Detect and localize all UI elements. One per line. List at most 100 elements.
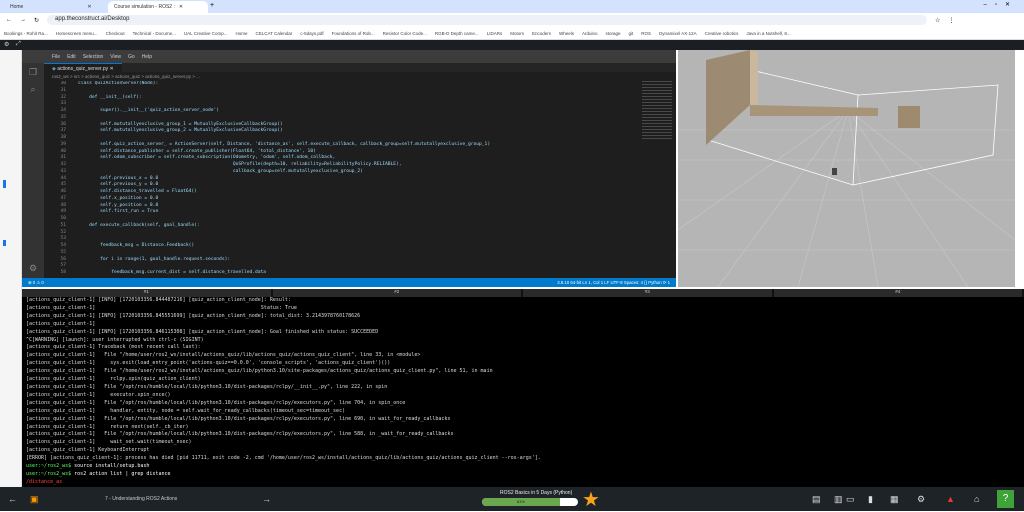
line-number: 45 [44,182,66,189]
code-text: self.first_run = True [78,209,158,214]
menu-item[interactable]: Edit [67,54,76,60]
terminal-tab[interactable]: #4 [774,289,1024,297]
help-button[interactable]: ? [997,490,1014,508]
line-number: 35 [44,115,66,122]
close-icon[interactable]: ✕ [87,4,91,10]
terminal-tabs: #1#2#3#4 [22,289,1024,297]
book-icon[interactable]: ▮ [868,494,873,505]
terminal-tab[interactable]: #2 [273,289,524,297]
editor-tab[interactable]: ◆ actions_quiz_server.py ✕ [44,63,122,72]
terminal-line: [actions_quiz_client-1] executor.spin_on… [26,392,1024,400]
terminal-tab[interactable]: #3 [523,289,774,297]
reload-icon[interactable]: ↻ [34,17,39,24]
close-icon[interactable]: ✕ [179,4,183,10]
bookmark[interactable]: CELCAT Calendar [255,31,292,36]
editor-status-info[interactable]: 3.8.10 64-bit Ln 1, Col 1 LF UTF-8 Space… [557,280,670,286]
bookmark[interactable]: Technical - Docume... [133,31,176,36]
line-number: 31 [44,88,66,95]
gear-icon[interactable]: ⚙ [22,263,44,274]
window-controls-icon[interactable]: –▫✕ [984,1,1019,8]
bookmark[interactable]: Dynamixel AX-12A [659,31,697,36]
gear-icon[interactable]: ⚙ [917,494,925,505]
command: source install/setup.bash [71,463,149,469]
url-input[interactable]: app.theconstruct.ai/Desktop [47,15,927,25]
search-icon[interactable]: ⌕ [22,84,44,95]
bookmark[interactable]: LIDARs [487,31,503,36]
bookmark[interactable]: Resistor Color Code... [383,31,427,36]
terminal-line: [actions_quiz_client-1] File "/home/user… [26,368,1024,376]
bookmark[interactable]: Motors [510,31,524,36]
code-line: 33 [44,101,644,108]
bookmark[interactable]: UAL Creative Comp... [184,31,228,36]
terminal-line: [actions_quiz_client-1] return next(self… [26,424,1024,432]
home-icon[interactable]: ⌂ [974,494,979,504]
back-icon[interactable]: ← [6,17,12,23]
code-line: 47 self.x_position = 0.0 [44,196,644,203]
bookmark[interactable]: Java in a Nutshell, 8... [746,31,790,36]
bookmark[interactable]: Homescreen menu... [56,31,98,36]
solution-icon[interactable]: ▥ [834,494,843,505]
code-area[interactable]: 30class QuizActionServer(Node):3132 def … [44,81,644,278]
unit-title[interactable]: 7 - Understanding ROS2 Actions [105,496,177,502]
robot [832,168,837,175]
bookmark[interactable]: git [629,31,634,36]
bookmark[interactable]: Encoders [532,31,551,36]
bookmark[interactable]: storage [606,31,621,36]
bookmark[interactable]: RGB-D Depth came... [435,31,479,36]
forward-icon[interactable]: → [20,17,26,23]
settings-icon[interactable]: ⚙ [4,41,9,48]
minimap[interactable] [642,81,672,141]
new-tab-icon[interactable]: + [210,2,214,9]
bookmark[interactable]: c-5days.pdf [300,31,323,36]
bookmark[interactable]: Foundations of Rob... [332,31,375,36]
back-arrow-icon[interactable]: ← [8,494,17,504]
bookmark[interactable]: Checkout [106,31,125,36]
bookmark[interactable]: Bookings - Rohit Ra... [4,31,48,36]
monitor-icon[interactable]: ▭ [846,494,855,505]
menu-item[interactable]: Go [128,54,135,60]
code-text: self.previous_y = 0.0 [78,182,158,187]
menu-item[interactable]: File [52,54,60,60]
menu-item[interactable]: Selection [83,54,104,60]
code-line: 34 super().__init__('quiz_action_server_… [44,108,644,115]
bookmark[interactable]: Home [235,31,247,36]
code-line: 52 [44,230,644,237]
menu-item[interactable]: View [110,54,121,60]
bookmark[interactable]: Wheels [559,31,574,36]
tab-label: actions_quiz_server.py [57,66,108,72]
star-icon[interactable]: ★ [582,487,600,512]
grid-icon[interactable]: ▦ [890,494,899,505]
code-line: 51 def execute_callback(self, goal_handl… [44,223,644,230]
line-number: 55 [44,250,66,257]
bookmark[interactable]: Creative robotics [705,31,739,36]
star-icon[interactable]: ☆ [935,17,940,24]
forward-arrow-icon[interactable]: → [262,494,271,504]
menu-item[interactable]: Help [142,54,152,60]
close-icon[interactable]: ✕ [110,66,114,72]
code-line: 42 QoSProfile(depth=10, reliability=Reli… [44,162,644,169]
breadcrumb[interactable]: ros2_ws > src > actions_quiz > actions_q… [52,74,200,79]
menu-icon[interactable]: ⋮ [948,17,954,24]
code-text: callback_group=self.mututallyexclusive_g… [78,169,363,174]
line-number: 47 [44,196,66,203]
tab-home[interactable]: Home✕ [4,1,98,13]
code-line: 43 callback_group=self.mututallyexclusiv… [44,169,644,176]
warning-icon[interactable]: ▲ [946,494,955,504]
terminal-output: /distance_as [26,479,1024,487]
tab-course-simulation[interactable]: Course simulation - ROS2 :✕ [108,1,208,13]
terminal-tab[interactable]: #1 [22,289,273,297]
problems-status[interactable]: ⊗ 0 ⚠ 0 [28,280,44,286]
code-text: self.previous_x = 0.0 [78,176,158,181]
course-notebook-panel[interactable] [0,50,22,487]
bookmark[interactable]: ROS [641,31,651,36]
code-line: 35 [44,115,644,122]
gazebo-simulation-view[interactable] [678,50,1015,287]
code-text: self.x_position = 0.0 [78,196,158,201]
bookmark[interactable]: Arduino [582,31,598,36]
explorer-icon[interactable]: ❐ [22,67,44,78]
expand-icon[interactable]: ⤢ [16,41,21,48]
code-line: 49 self.first_run = True [44,209,644,216]
terminal[interactable]: [actions_quiz_client-1] [INFO] [17201033… [22,297,1024,487]
notes-icon[interactable]: ▤ [812,494,821,505]
notebook-icon[interactable]: ▣ [30,494,39,505]
